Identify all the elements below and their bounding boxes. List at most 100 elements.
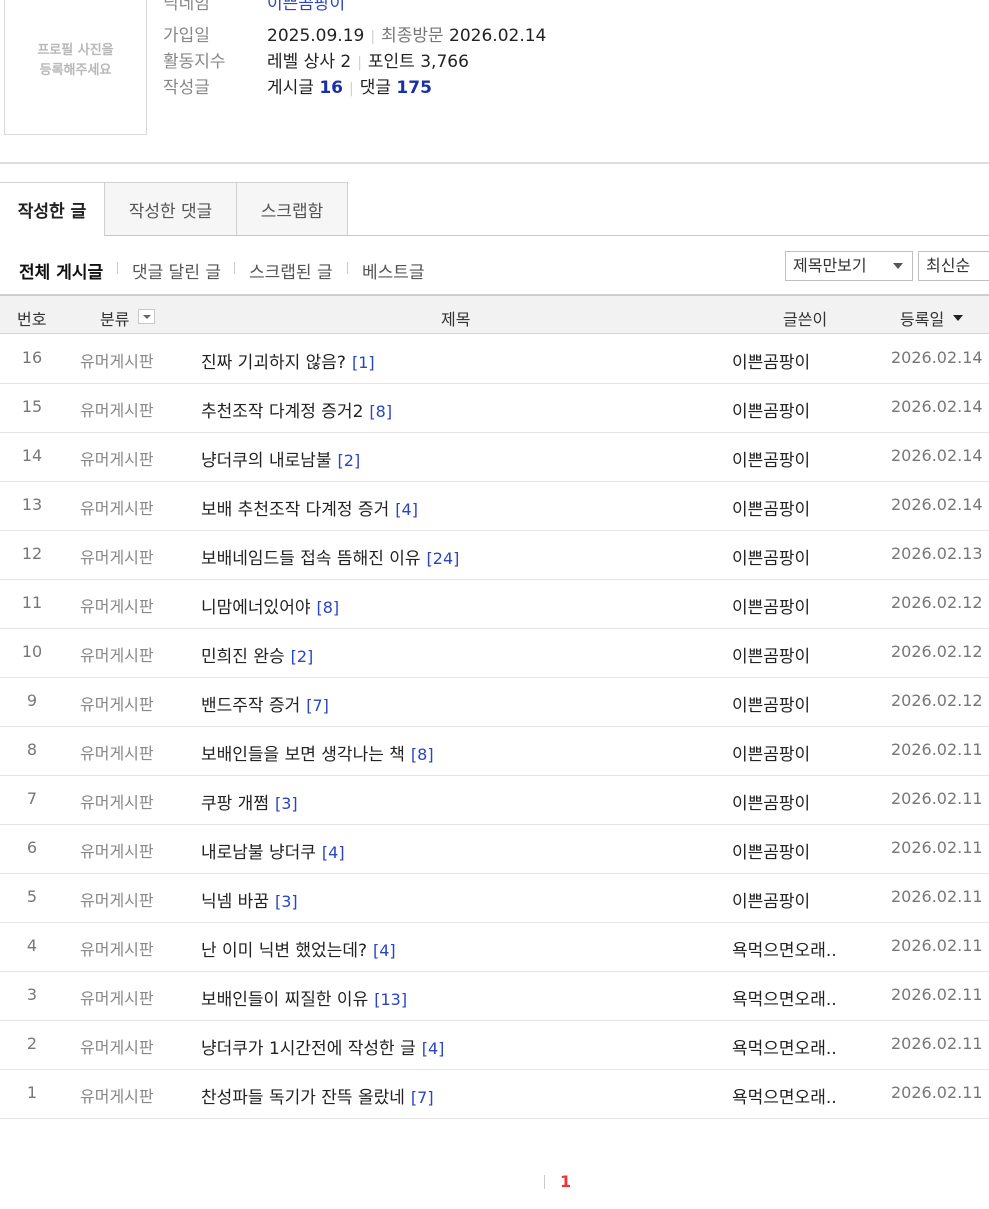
header-date-sort[interactable]: 등록일 [900,306,944,330]
row-author[interactable]: 이쁜곰팡이 [732,593,810,618]
row-category[interactable]: 유머게시판 [80,740,154,764]
row-comment-count[interactable]: [7] [306,696,329,715]
row-title-link[interactable]: 냥더쿠의 내로남불 [201,451,332,471]
row-comment-count[interactable]: [2] [338,451,361,470]
table-row[interactable]: 5 유머게시판 닉넴 바꿈 [3] 이쁜곰팡이 2026.02.11 [0,874,989,923]
row-author[interactable]: 이쁜곰팡이 [732,495,810,520]
row-author[interactable]: 이쁜곰팡이 [732,544,810,569]
row-title-link[interactable]: 쿠팡 개쩜 [201,794,269,814]
table-row[interactable]: 8 유머게시판 보배인들을 보면 생각나는 책 [8] 이쁜곰팡이 2026.02.11 [0,727,989,776]
row-title-link[interactable]: 니맘에너있어야 [201,598,310,618]
row-title-link[interactable]: 추천조작 다계정 증거2 [201,402,363,422]
row-num: 15 [21,397,43,416]
page-current[interactable]: 1 [560,1172,571,1191]
row-category[interactable]: 유머게시판 [80,446,154,470]
row-title-link[interactable]: 보배인들이 찌질한 이유 [201,990,368,1010]
row-comment-count[interactable]: [24] [427,549,460,568]
table-row[interactable]: 16 유머게시판 진짜 기괴하지 않음? [1] 이쁜곰팡이 2026.02.14 [0,335,989,384]
row-title-link[interactable]: 민희진 완승 [201,647,285,667]
tab-written-posts[interactable]: 작성한 글 [0,182,105,236]
table-row[interactable]: 11 유머게시판 니맘에너있어야 [8] 이쁜곰팡이 2026.02.12 [0,580,989,629]
row-category[interactable]: 유머게시판 [80,691,154,715]
row-category[interactable]: 유머게시판 [80,348,154,372]
table-row[interactable]: 3 유머게시판 보배인들이 찌질한 이유 [13] 욕먹으면오래.. 2026.02.11 [0,972,989,1021]
row-comment-count[interactable]: [3] [275,892,298,911]
row-category[interactable]: 유머게시판 [80,397,154,421]
row-title-link[interactable]: 난 이미 닉변 했었는데? [201,941,367,961]
table-row[interactable]: 4 유머게시판 난 이미 닉변 했었는데? [4] 욕먹으면오래.. 2026.02.11 [0,923,989,972]
profile-photo-placeholder[interactable]: 프로필 사진을 등록해주세요 [4,0,147,135]
row-title-link[interactable]: 보배네임드들 접속 뜸해진 이유 [201,549,421,569]
row-category[interactable]: 유머게시판 [80,838,154,862]
row-title-link[interactable]: 찬성파들 독기가 잔뜩 올랐네 [201,1088,405,1108]
row-author[interactable]: 이쁜곰팡이 [732,691,810,716]
table-row[interactable]: 15 유머게시판 추천조작 다계정 증거2 [8] 이쁜곰팡이 2026.02.14 [0,384,989,433]
row-comment-count[interactable]: [4] [395,500,418,519]
table-row[interactable]: 6 유머게시판 내로남불 냥더쿠 [4] 이쁜곰팡이 2026.02.11 [0,825,989,874]
sort-desc-icon[interactable] [953,315,963,321]
row-author[interactable]: 욕먹으면오래.. [732,936,837,961]
table-row[interactable]: 9 유머게시판 밴드주작 증거 [7] 이쁜곰팡이 2026.02.12 [0,678,989,727]
header-title: 제목 [441,310,471,329]
row-author[interactable]: 욕먹으면오래.. [732,1034,837,1059]
row-author[interactable]: 이쁜곰팡이 [732,789,810,814]
row-author[interactable]: 이쁜곰팡이 [732,397,810,422]
row-author[interactable]: 욕먹으면오래.. [732,1083,837,1108]
row-comment-count[interactable]: [13] [374,990,407,1009]
row-category[interactable]: 유머게시판 [80,789,154,813]
sort-select[interactable]: 최신순 [918,251,989,281]
row-category[interactable]: 유머게시판 [80,593,154,617]
tab-scraps[interactable]: 스크랩함 [236,182,348,236]
row-comment-count[interactable]: [4] [422,1039,445,1058]
row-title-link[interactable]: 내로남불 냥더쿠 [201,843,316,863]
filter-best-posts[interactable]: 베스트글 [362,258,425,283]
row-comment-count[interactable]: [3] [275,794,298,813]
tab-written-comments[interactable]: 작성한 댓글 [104,182,237,236]
row-category[interactable]: 유머게시판 [80,544,154,568]
row-author[interactable]: 이쁜곰팡이 [732,446,810,471]
row-author[interactable]: 이쁜곰팡이 [732,642,810,667]
row-category[interactable]: 유머게시판 [80,495,154,519]
row-comment-count[interactable]: [7] [411,1088,434,1107]
filter-all-posts[interactable]: 전체 게시글 [19,258,103,283]
nickname-value[interactable]: 이쁜곰팡이 [267,0,345,14]
row-author[interactable]: 욕먹으면오래.. [732,985,837,1010]
row-category[interactable]: 유머게시판 [80,985,154,1009]
row-comment-count[interactable]: [8] [369,402,392,421]
row-comment-count[interactable]: [8] [316,598,339,617]
filter-commented-posts[interactable]: 댓글 달린 글 [132,258,221,283]
row-author[interactable]: 이쁜곰팡이 [732,887,810,912]
row-category[interactable]: 유머게시판 [80,1034,154,1058]
table-row[interactable]: 7 유머게시판 쿠팡 개쩜 [3] 이쁜곰팡이 2026.02.11 [0,776,989,825]
row-comment-count[interactable]: [8] [411,745,434,764]
posts-count[interactable]: 16 [319,78,343,98]
table-row[interactable]: 10 유머게시판 민희진 완승 [2] 이쁜곰팡이 2026.02.12 [0,629,989,678]
table-row[interactable]: 1 유머게시판 찬성파들 독기가 잔뜩 올랐네 [7] 욕먹으면오래.. 2026.02.… [0,1070,989,1119]
row-comment-count[interactable]: [4] [373,941,396,960]
row-comment-count[interactable]: [2] [291,647,314,666]
row-author[interactable]: 이쁜곰팡이 [732,740,810,765]
header-num: 번호 [17,310,47,329]
table-row[interactable]: 14 유머게시판 냥더쿠의 내로남불 [2] 이쁜곰팡이 2026.02.14 [0,433,989,482]
row-title-link[interactable]: 진짜 기괴하지 않음? [201,353,346,373]
table-row[interactable]: 2 유머게시판 냥더쿠가 1시간전에 작성한 글 [4] 욕먹으면오래.. 2026.02… [0,1021,989,1070]
row-category[interactable]: 유머게시판 [80,936,154,960]
table-row[interactable]: 13 유머게시판 보배 추천조작 다계정 증거 [4] 이쁜곰팡이 2026.02.14 [0,482,989,531]
row-comment-count[interactable]: [1] [352,353,375,372]
row-author[interactable]: 이쁜곰팡이 [732,348,810,373]
row-title-link[interactable]: 보배 추천조작 다계정 증거 [201,500,389,520]
filter-scrapped-posts[interactable]: 스크랩된 글 [249,258,333,283]
category-filter-dropdown-icon[interactable] [138,309,155,324]
comments-count[interactable]: 175 [396,78,432,98]
row-category[interactable]: 유머게시판 [80,1083,154,1107]
row-title-link[interactable]: 닉넴 바꿈 [201,892,269,912]
row-title-link[interactable]: 보배인들을 보면 생각나는 책 [201,745,405,765]
row-author[interactable]: 이쁜곰팡이 [732,838,810,863]
view-mode-select[interactable]: 제목만보기 [785,251,913,281]
row-category[interactable]: 유머게시판 [80,642,154,666]
row-category[interactable]: 유머게시판 [80,887,154,911]
row-comment-count[interactable]: [4] [322,843,345,862]
row-title-link[interactable]: 냥더쿠가 1시간전에 작성한 글 [201,1039,416,1059]
row-title-link[interactable]: 밴드주작 증거 [201,696,300,716]
table-row[interactable]: 12 유머게시판 보배네임드들 접속 뜸해진 이유 [24] 이쁜곰팡이 2026.02.… [0,531,989,580]
